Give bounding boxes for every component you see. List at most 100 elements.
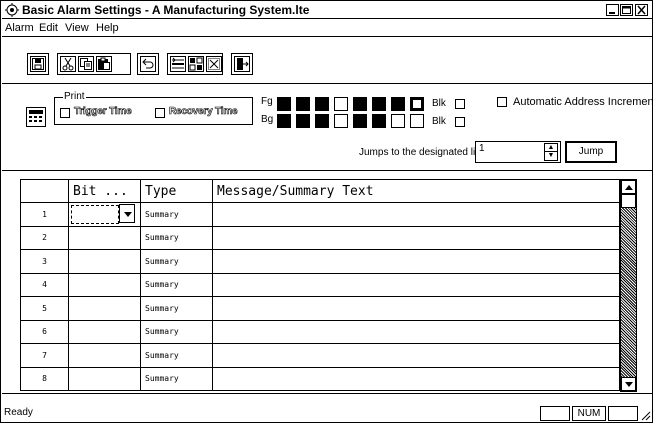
cut-icon[interactable] bbox=[60, 56, 76, 72]
menu-view[interactable]: View bbox=[65, 22, 89, 34]
bit-cell[interactable] bbox=[68, 296, 141, 321]
message-column-header[interactable]: Message/Summary Text bbox=[212, 179, 620, 203]
fg-color-swatch[interactable] bbox=[277, 97, 291, 111]
table-header-row: Bit ... Type Message/Summary Text bbox=[20, 179, 620, 203]
title-bar[interactable]: Basic Alarm Settings - A Manufacturing S… bbox=[2, 2, 652, 19]
bg-color-swatch[interactable] bbox=[334, 114, 348, 128]
jump-button[interactable]: Jump bbox=[565, 141, 617, 163]
fg-blink-checkbox[interactable] bbox=[455, 99, 465, 109]
type-cell[interactable]: Summary bbox=[140, 366, 213, 391]
fg-color-swatch-selected[interactable] bbox=[410, 97, 424, 111]
table-row[interactable]: 6 Summary bbox=[20, 319, 620, 344]
calculator-icon[interactable] bbox=[26, 107, 46, 127]
recovery-time-checkbox[interactable] bbox=[155, 108, 165, 118]
bit-cell[interactable] bbox=[68, 225, 141, 250]
trigger-time-checkbox[interactable] bbox=[60, 108, 70, 118]
message-cell[interactable] bbox=[212, 202, 620, 227]
bg-color-swatch[interactable] bbox=[353, 114, 367, 128]
toolbar-group-exit bbox=[231, 53, 253, 75]
message-cell[interactable] bbox=[212, 225, 620, 250]
maximize-button[interactable] bbox=[620, 4, 633, 16]
bg-color-swatch[interactable] bbox=[372, 114, 386, 128]
clear-icon[interactable] bbox=[206, 56, 222, 72]
table-row[interactable]: 7 Summary bbox=[20, 343, 620, 368]
copy-icon[interactable] bbox=[78, 56, 94, 72]
table-row[interactable]: 8 Summary bbox=[20, 366, 620, 391]
type-cell[interactable]: Summary bbox=[140, 296, 213, 321]
bg-color-swatch[interactable] bbox=[410, 114, 424, 128]
jump-line-input[interactable]: 1 ▲ ▼ bbox=[475, 141, 561, 163]
scroll-up-icon[interactable] bbox=[621, 180, 636, 194]
fg-color-swatch[interactable] bbox=[353, 97, 367, 111]
menu-edit[interactable]: Edit bbox=[39, 22, 58, 34]
type-cell[interactable]: Summary bbox=[140, 225, 213, 250]
type-cell[interactable]: Summary bbox=[140, 202, 213, 227]
window-title: Basic Alarm Settings - A Manufacturing S… bbox=[22, 3, 310, 17]
auto-increment-checkbox[interactable] bbox=[497, 97, 507, 107]
bit-cell[interactable] bbox=[68, 272, 141, 297]
message-cell[interactable] bbox=[212, 319, 620, 344]
type-cell[interactable]: Summary bbox=[140, 249, 213, 274]
delete-line-icon[interactable] bbox=[188, 56, 204, 72]
fg-color-swatch[interactable] bbox=[391, 97, 405, 111]
row-number: 4 bbox=[20, 272, 69, 297]
bit-column-header[interactable]: Bit ... bbox=[68, 179, 141, 203]
row-number: 2 bbox=[20, 225, 69, 250]
message-cell[interactable] bbox=[212, 272, 620, 297]
table-row[interactable]: 4 Summary bbox=[20, 272, 620, 297]
print-legend: Print bbox=[63, 91, 86, 103]
exit-icon[interactable] bbox=[234, 56, 250, 72]
menu-help[interactable]: Help bbox=[96, 22, 119, 34]
row-number: 7 bbox=[20, 343, 69, 368]
scroll-thumb[interactable] bbox=[621, 194, 636, 208]
app-icon bbox=[5, 3, 19, 17]
message-cell[interactable] bbox=[212, 249, 620, 274]
status-bar: Ready NUM bbox=[2, 405, 652, 422]
spin-up-icon[interactable]: ▲ bbox=[545, 144, 557, 152]
alarm-grid: Bit ... Type Message/Summary Text 1 Summ… bbox=[2, 172, 652, 394]
message-cell[interactable] bbox=[212, 343, 620, 368]
bg-color-swatch[interactable] bbox=[315, 114, 329, 128]
spin-down-icon[interactable]: ▼ bbox=[545, 152, 557, 160]
bit-cell[interactable] bbox=[68, 343, 141, 368]
message-cell[interactable] bbox=[212, 366, 620, 391]
bit-address-input[interactable] bbox=[71, 205, 119, 224]
scroll-down-icon[interactable] bbox=[621, 377, 636, 391]
bg-blink-checkbox[interactable] bbox=[455, 117, 465, 127]
status-text: Ready bbox=[4, 407, 33, 418]
table-row[interactable]: 2 Summary bbox=[20, 225, 620, 250]
table-row[interactable]: 3 Summary bbox=[20, 249, 620, 274]
fg-color-swatch[interactable] bbox=[334, 97, 348, 111]
type-cell[interactable]: Summary bbox=[140, 272, 213, 297]
jump-spinner[interactable]: ▲ ▼ bbox=[544, 143, 558, 161]
table-row[interactable]: 1 Summary bbox=[20, 202, 620, 227]
fg-color-swatch[interactable] bbox=[315, 97, 329, 111]
bit-cell[interactable] bbox=[68, 249, 141, 274]
undo-icon[interactable] bbox=[140, 56, 156, 72]
type-cell[interactable]: Summary bbox=[140, 319, 213, 344]
bg-color-swatch[interactable] bbox=[391, 114, 405, 128]
bg-color-swatch[interactable] bbox=[277, 114, 291, 128]
menu-alarm[interactable]: Alarm bbox=[5, 22, 34, 34]
bit-cell[interactable] bbox=[68, 366, 141, 391]
resize-grip-icon[interactable] bbox=[639, 409, 651, 421]
bit-cell[interactable] bbox=[68, 202, 141, 227]
save-icon[interactable] bbox=[30, 56, 46, 72]
chevron-down-icon[interactable] bbox=[119, 204, 135, 223]
options-panel: Print Trigger Time Recovery Time Fg Blk … bbox=[2, 85, 653, 171]
message-cell[interactable] bbox=[212, 296, 620, 321]
table-row[interactable]: 5 Summary bbox=[20, 296, 620, 321]
jump-label: Jumps to the designated line bbox=[359, 147, 487, 158]
paste-icon[interactable] bbox=[96, 56, 112, 72]
bg-color-swatch[interactable] bbox=[296, 114, 310, 128]
fg-color-swatch[interactable] bbox=[296, 97, 310, 111]
vertical-scrollbar[interactable] bbox=[620, 179, 637, 392]
bit-cell[interactable] bbox=[68, 319, 141, 344]
insert-line-icon[interactable] bbox=[170, 56, 186, 72]
minimize-button[interactable] bbox=[606, 4, 619, 16]
type-column-header[interactable]: Type bbox=[140, 179, 213, 203]
fg-color-swatch[interactable] bbox=[372, 97, 386, 111]
type-cell[interactable]: Summary bbox=[140, 343, 213, 368]
toolbar bbox=[2, 38, 652, 84]
close-button[interactable] bbox=[635, 4, 648, 16]
